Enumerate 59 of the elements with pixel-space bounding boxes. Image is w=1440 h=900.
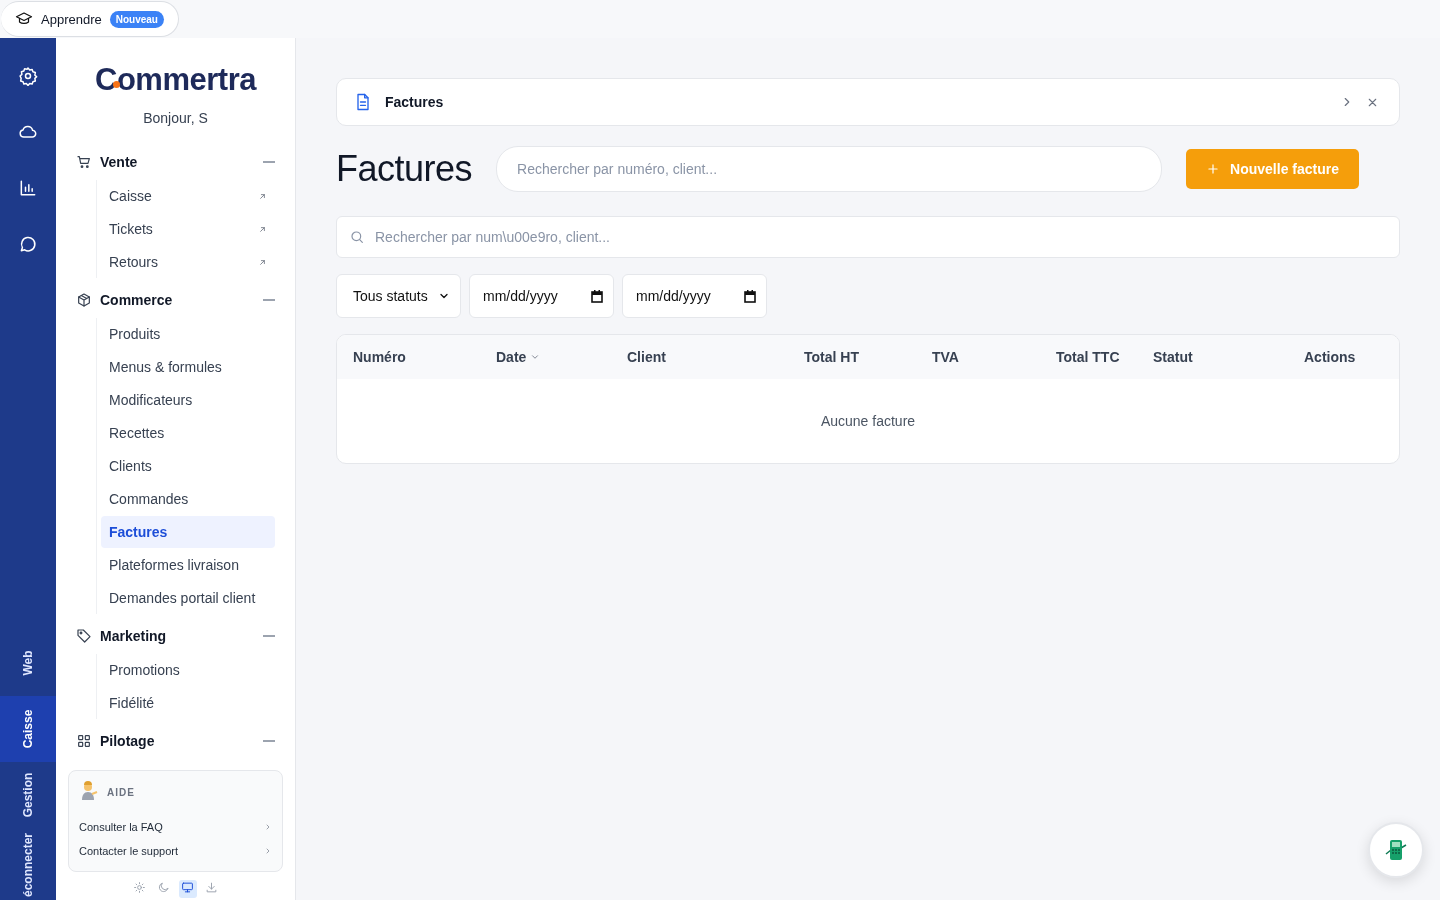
cart-icon <box>76 154 92 170</box>
column-header[interactable]: Statut <box>1153 349 1304 365</box>
person-icon <box>79 781 99 803</box>
sidebar-item[interactable]: Produits <box>101 318 275 350</box>
sidebar-item[interactable]: Menus & formules <box>101 351 275 383</box>
bar-chart-icon[interactable] <box>18 178 38 198</box>
package-icon <box>76 292 92 308</box>
rail-tab[interactable]: Web <box>0 630 56 696</box>
sidebar-item[interactable]: Demandes portail client <box>101 582 275 614</box>
assistant-button[interactable] <box>1368 822 1424 878</box>
section-heading: Marketing <box>100 628 168 644</box>
monitor-button[interactable] <box>178 880 197 898</box>
help-title: AIDE <box>107 786 135 798</box>
tag-icon <box>76 628 92 644</box>
grid-icon <box>76 733 92 749</box>
section-heading: Pilotage <box>100 733 156 749</box>
chevron-icon <box>264 847 272 855</box>
sidebar-item[interactable]: Clients <box>101 450 275 482</box>
column-header[interactable]: Actions <box>1304 349 1399 365</box>
breadcrumb-title: Factures <box>385 94 445 110</box>
help-link[interactable]: Consulter la FAQ <box>79 815 272 839</box>
sidebar-item[interactable]: Tickets <box>101 213 275 245</box>
sidebar-item[interactable]: Commandes <box>101 483 275 515</box>
rail-tab[interactable]: Gestion <box>0 762 56 828</box>
settings-icon[interactable] <box>18 66 38 86</box>
status-dropdown[interactable]: Tous statuts <box>336 274 461 318</box>
sidebar-item[interactable]: Promotions <box>101 654 275 686</box>
empty-message: Aucune facture <box>819 412 917 431</box>
greeting: Bonjour, S <box>143 110 208 126</box>
sidebar-item[interactable]: Fidélité <box>101 687 275 719</box>
section-heading: Commerce <box>100 292 174 308</box>
column-header[interactable]: Numéro <box>353 349 496 365</box>
chat-icon[interactable] <box>18 234 38 254</box>
date-field[interactable]: mm/dd/yyyy <box>469 274 614 318</box>
section-heading: Vente <box>100 154 139 170</box>
sidebar-item[interactable]: Retours <box>101 246 275 278</box>
calendar-icon <box>591 289 603 303</box>
search-icon <box>349 229 365 245</box>
date-field[interactable]: mm/dd/yyyy <box>622 274 767 318</box>
logo: Commertra <box>95 62 256 98</box>
new-badge: Nouveau <box>109 10 164 28</box>
column-header[interactable]: Date <box>496 349 627 365</box>
help-link[interactable]: Contacter le support <box>79 839 272 863</box>
plus-icon <box>1206 162 1221 176</box>
column-header[interactable]: Total HT <box>804 349 932 365</box>
calendar-icon <box>744 289 756 303</box>
sidebar-item[interactable]: Modificateurs <box>101 384 275 416</box>
rail-tab[interactable]: éconnecter <box>0 828 56 900</box>
sidebar-item[interactable]: Recettes <box>101 417 275 449</box>
chevron-icon <box>264 823 272 831</box>
sidebar-item[interactable]: Factures <box>101 516 275 548</box>
sidebar-item[interactable]: Caisse <box>101 180 275 212</box>
learn-button[interactable]: Apprendre Nouveau <box>1 1 179 37</box>
column-header[interactable]: TVA <box>932 349 1056 365</box>
column-header[interactable]: Total TTC <box>1056 349 1153 365</box>
rail-tab[interactable]: Caisse <box>0 696 56 762</box>
sidebar-item[interactable]: Plateformes livraison <box>101 549 275 581</box>
page-title: Factures <box>336 148 473 190</box>
column-header[interactable]: Client <box>627 349 804 365</box>
